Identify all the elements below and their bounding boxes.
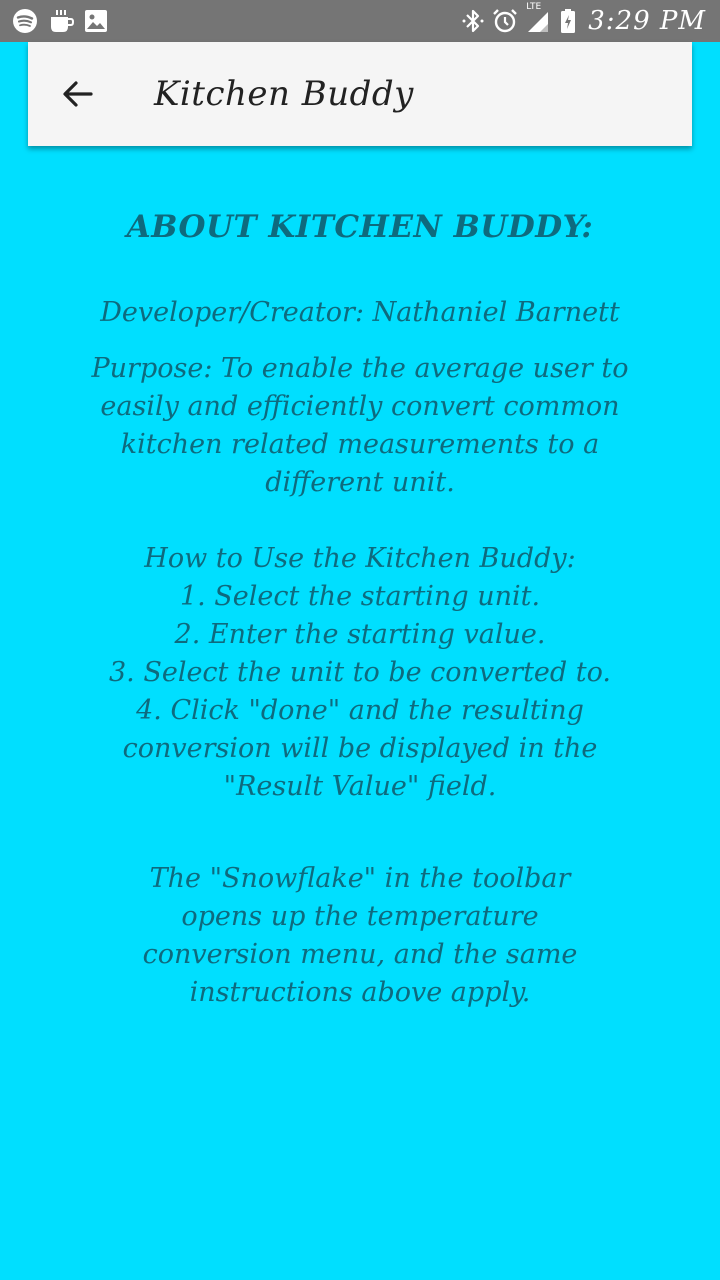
alarm-icon <box>492 8 518 34</box>
developer-text: Developer/Creator: Nathaniel Barnett <box>100 297 620 328</box>
snowflake-note: The "Snowflake" in the toolbar opens up … <box>142 863 578 1008</box>
how-to-step: 4. Click "done" and the resulting conver… <box>122 695 598 802</box>
system-icons: LTE 3:29 PM <box>462 2 706 36</box>
signal-lte-icon: LTE <box>526 2 552 34</box>
spotify-icon <box>12 8 38 34</box>
battery-charging-icon <box>560 8 576 34</box>
network-label: LTE <box>526 2 542 12</box>
toolbar-title: Kitchen Buddy <box>154 74 414 114</box>
image-icon <box>84 9 108 33</box>
arrow-left-icon <box>63 81 93 107</box>
clock-time: 3:29 PM <box>588 6 706 36</box>
bluetooth-icon <box>462 8 484 34</box>
purpose-text: Purpose: To enable the average user to e… <box>91 353 629 498</box>
coffee-icon <box>48 8 74 34</box>
how-to-section: How to Use the Kitchen Buddy: 1. Select … <box>60 540 660 806</box>
app-toolbar: Kitchen Buddy <box>28 42 692 146</box>
how-to-title: How to Use the Kitchen Buddy: <box>144 543 576 574</box>
how-to-step: 3. Select the unit to be converted to. <box>109 657 611 688</box>
about-heading: ABOUT KITCHEN BUDDY: <box>126 209 594 245</box>
how-to-step: 2. Enter the starting value. <box>174 619 546 650</box>
about-content: ABOUT KITCHEN BUDDY: Developer/Creator: … <box>60 200 660 1012</box>
back-button[interactable] <box>48 64 108 124</box>
status-bar: LTE 3:29 PM <box>0 0 720 42</box>
how-to-step: 1. Select the starting unit. <box>179 581 541 612</box>
notification-icons <box>12 8 108 34</box>
